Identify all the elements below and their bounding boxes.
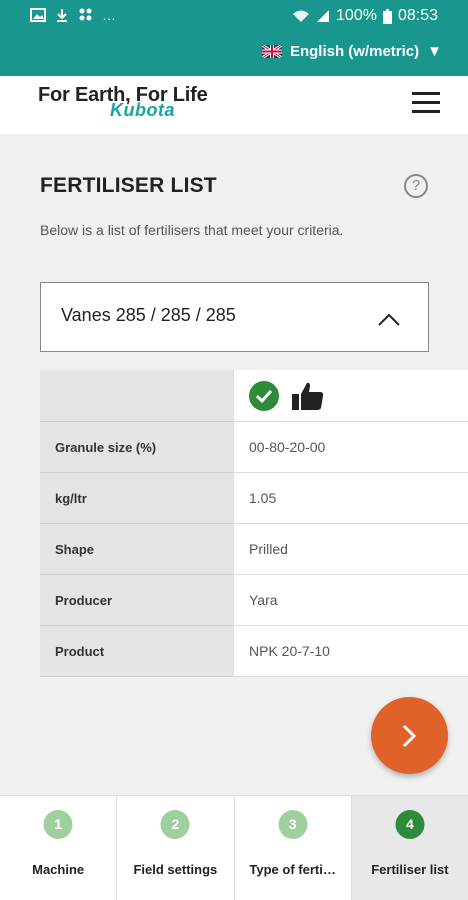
header-status-cell [233,370,468,422]
fertiliser-table: Granule size (%) 00-80-20-00 kg/ltr 1.05… [40,370,468,677]
hamburger-menu-icon[interactable] [412,92,440,114]
thumbs-up-icon[interactable] [291,381,325,411]
table-header-row [40,370,468,422]
table-row: Shape Prilled [40,524,468,575]
table-row: Product NPK 20-7-10 [40,626,468,677]
chevron-right-icon [402,724,417,748]
row-label: Shape [40,524,233,575]
page-description: Below is a list of fertilisers that meet… [40,222,344,238]
battery-icon [382,8,392,24]
tab-label: Type of ferti… [249,862,336,877]
row-value: NPK 20-7-10 [233,626,468,677]
status-bar: … 100% 08:53 [0,0,468,32]
uk-flag-icon [261,45,282,58]
spreader-vanes-selector[interactable]: Vanes 285 / 285 / 285 [40,282,429,352]
row-value: 00-80-20-00 [233,422,468,473]
row-label: Granule size (%) [40,422,233,473]
step-number-badge: 4 [395,810,425,839]
check-icon [249,380,279,411]
apps-icon [79,8,92,21]
table-row: Producer Yara [40,575,468,626]
selector-label: Vanes 285 / 285 / 285 [61,305,236,325]
tab-type-of-fertiliser[interactable]: 3 Type of ferti… [235,796,352,900]
help-icon[interactable]: ? [404,174,428,198]
step-number-badge: 3 [278,810,308,839]
language-selector[interactable]: English (w/metric) ▼ [261,43,442,60]
signal-icon [317,10,330,22]
next-button[interactable] [371,697,448,774]
page-title: FERTILISER LIST [40,174,217,197]
image-icon [30,8,46,22]
chevron-up-icon [378,313,400,326]
app-header: For Earth, For Life Kubota [0,76,468,134]
step-number-badge: 2 [160,810,190,839]
row-label: kg/ltr [40,473,233,524]
tab-label: Fertiliser list [371,862,449,877]
row-value: Prilled [233,524,468,575]
tab-fertiliser-list[interactable]: 4 Fertiliser list [351,796,468,900]
table-row: kg/ltr 1.05 [40,473,468,524]
row-label: Product [40,626,233,677]
table-row: Granule size (%) 00-80-20-00 [40,422,468,473]
row-label: Producer [40,575,233,626]
header-empty-cell [40,370,233,422]
kubota-logo: Kubota [110,100,175,120]
battery-level: 100% [336,7,377,24]
language-bar: English (w/metric) ▼ [0,32,468,76]
more-indicator: … [102,7,116,23]
step-number-badge: 1 [43,810,73,839]
dropdown-arrow-icon: ▼ [427,43,442,60]
row-value: 1.05 [233,473,468,524]
tab-field-settings[interactable]: 2 Field settings [117,796,235,900]
tab-label: Field settings [133,862,218,877]
tab-machine[interactable]: 1 Machine [0,796,118,900]
language-label: English (w/metric) [289,43,420,60]
wifi-icon [293,10,310,22]
step-tabs: 1 Machine 2 Field settings 3 Type of fer… [0,795,468,900]
download-icon [57,9,67,22]
tab-label: Machine [32,862,85,877]
row-value: Yara [233,575,468,626]
clock: 08:53 [397,7,438,24]
